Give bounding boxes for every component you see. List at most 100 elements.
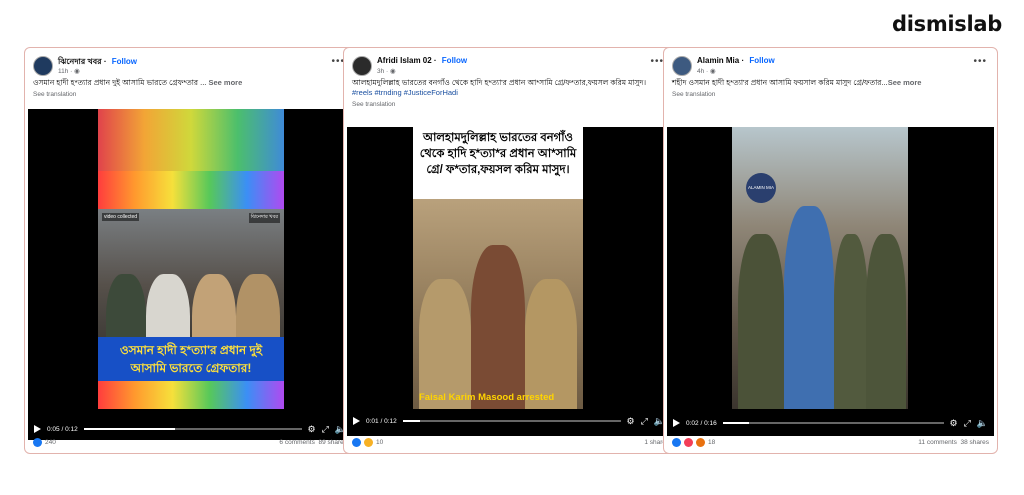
time-label: 4h · <box>697 68 711 75</box>
person-figure <box>419 278 471 409</box>
reaction-count: 10 <box>376 439 384 446</box>
comments-count[interactable]: 11 comments <box>918 439 957 446</box>
follow-button[interactable]: Follow <box>442 56 467 65</box>
angry-reaction-icon <box>696 438 705 447</box>
video-time: 0:01 / 0:12 <box>366 417 397 425</box>
see-more-link[interactable]: See more <box>888 78 922 87</box>
person-figure <box>738 234 784 409</box>
post-header: ঝিনেদার খবর · Follow 11h · ◉ ••• <box>25 48 355 78</box>
globe-icon: ◉ <box>710 68 716 75</box>
post-caption: ওসমান হাদী হ*ত্যার প্রধান দুই আসামি ভারত… <box>25 78 355 88</box>
post-header: Afridi Islam 02 · Follow 3h · ◉ ••• <box>344 48 674 78</box>
video-time: 0:02 / 0:16 <box>686 419 717 427</box>
video-controls: 0:05 / 0:12 ⚙ ⤢ 🔈 <box>28 418 352 440</box>
author-name[interactable]: Alamin Mia <box>697 56 739 65</box>
globe-icon: ◉ <box>74 68 80 75</box>
reaction-count: 18 <box>708 439 716 446</box>
banner-line-1: ওসমান হাদী হ*ত্যা'র প্রধান দুই <box>119 343 263 357</box>
banner-line-2: আসামি ভারতে গ্রেফতার! <box>130 361 252 375</box>
person-figure <box>471 245 525 409</box>
video-player[interactable]: আলহামদুলিল্লাহ ভারতের বনগাঁও থেকে হাদি হ… <box>347 127 671 436</box>
fullscreen-icon[interactable]: ⤢ <box>641 416 648 427</box>
more-options-icon[interactable]: ••• <box>650 56 664 67</box>
love-reaction-icon <box>684 438 693 447</box>
post-caption: শহীদ ওসমান হাদী হ*ত্যা'র প্রধান আসামি ফয… <box>664 78 997 88</box>
like-reaction-icon <box>672 438 681 447</box>
hashtags[interactable]: #reels #trnding #JusticeForHadi <box>352 88 458 97</box>
avatar[interactable] <box>352 56 372 76</box>
see-translation-link[interactable]: See translation <box>344 98 674 108</box>
settings-icon[interactable]: ⚙ <box>308 424 316 435</box>
see-translation-link[interactable]: See translation <box>25 88 355 98</box>
caption-text: ওসমান হাদী হ*ত্যার প্রধান দুই আসামি ভারত… <box>33 78 209 87</box>
video-controls: 0:02 / 0:16 ⚙ ⤢ 🔈 <box>667 412 994 434</box>
person-figure <box>784 205 834 409</box>
progress-bar[interactable] <box>83 428 302 430</box>
progress-fill <box>83 428 176 430</box>
video-photo <box>732 127 908 409</box>
person-figure <box>525 278 577 409</box>
time-label: 11h · <box>58 68 75 75</box>
reactions[interactable]: 10 <box>352 438 383 447</box>
post-header: Alamin Mia · Follow 4h · ◉ ••• <box>664 48 997 78</box>
post-time: 11h · ◉ <box>58 67 80 75</box>
headline-banner: ওসমান হাদী হ*ত্যা'র প্রধান দুই আসামি ভার… <box>98 337 284 381</box>
post-footer: 10 1 share <box>352 438 666 447</box>
like-reaction-icon <box>352 438 361 447</box>
play-icon[interactable] <box>353 417 360 425</box>
see-more-link[interactable]: See more <box>208 78 242 87</box>
settings-icon[interactable]: ⚙ <box>627 416 635 427</box>
post-time: 4h · ◉ <box>697 67 716 75</box>
brand-logo: dismislab <box>891 12 1002 36</box>
progress-bar[interactable] <box>402 420 621 422</box>
see-translation-link[interactable]: See translation <box>664 88 997 98</box>
caption-text: শহীদ ওসমান হাদী হ*ত্যা'র প্রধান আসামি ফয… <box>672 78 888 87</box>
overlay-text-box: আলহামদুলিল্লাহ ভারতের বনগাঁও থেকে হাদি হ… <box>413 127 583 199</box>
more-options-icon[interactable]: ••• <box>973 56 987 67</box>
post-card-1: ঝিনেদার খবর · Follow 11h · ◉ ••• ওসমান হ… <box>24 47 356 454</box>
post-footer: 240 6 comments 89 shares <box>33 438 347 447</box>
person-figure <box>834 234 868 409</box>
post-card-3: Alamin Mia · Follow 4h · ◉ ••• শহীদ ওসমা… <box>663 47 998 454</box>
fullscreen-icon[interactable]: ⤢ <box>964 418 971 429</box>
reactions[interactable]: 18 <box>672 438 715 447</box>
progress-fill <box>722 422 750 424</box>
rainbow-band <box>98 109 284 171</box>
video-player[interactable]: ALAMIN MIA <box>667 127 994 436</box>
author-name[interactable]: Afridi Islam 02 <box>377 56 432 65</box>
video-frame: ALAMIN MIA <box>732 127 908 409</box>
comments-count[interactable]: 6 comments <box>279 439 314 446</box>
play-icon[interactable] <box>34 425 41 433</box>
video-photo <box>413 199 583 409</box>
avatar[interactable] <box>33 56 53 76</box>
video-controls: 0:01 / 0:12 ⚙ ⤢ 🔈 <box>347 410 671 432</box>
video-collected-label: video collected <box>102 213 140 221</box>
time-label: 3h · <box>377 68 391 75</box>
caption-text: আলহামদুলিল্লাহ ভারতের বনগাঁও থেকে হাদি হ… <box>352 78 647 87</box>
reaction-count: 240 <box>45 439 56 446</box>
progress-bar[interactable] <box>722 422 944 424</box>
post-card-2: Afridi Islam 02 · Follow 3h · ◉ ••• আলহা… <box>343 47 675 454</box>
page: dismislab ঝিনেদার খবর · Follow 11h · ◉ •… <box>0 0 1024 495</box>
follow-button[interactable]: Follow <box>749 56 774 65</box>
video-player[interactable]: video collected ঝিনেদার খবর ওসমান হাদী হ… <box>28 109 352 432</box>
video-frame: video collected ঝিনেদার খবর ওসমান হাদী হ… <box>98 109 284 409</box>
person-figure <box>866 234 906 409</box>
video-subtitle: Faisal Karim Masood arrested <box>419 392 555 403</box>
reactions[interactable]: 240 <box>33 438 56 447</box>
follow-button[interactable]: Follow <box>112 57 137 66</box>
author-name[interactable]: ঝিনেদার খবর <box>58 57 102 66</box>
play-icon[interactable] <box>673 419 680 427</box>
haha-reaction-icon <box>364 438 373 447</box>
channel-watermark: ঝিনেদার খবর <box>248 213 280 223</box>
channel-logo: ALAMIN MIA <box>746 173 776 203</box>
post-caption: আলহামদুলিল্লাহ ভারতের বনগাঁও থেকে হাদি হ… <box>344 78 674 98</box>
globe-icon: ◉ <box>390 68 396 75</box>
shares-count[interactable]: 38 shares <box>960 439 989 446</box>
avatar[interactable] <box>672 56 692 76</box>
volume-icon[interactable]: 🔈 <box>977 418 988 429</box>
fullscreen-icon[interactable]: ⤢ <box>322 424 329 435</box>
settings-icon[interactable]: ⚙ <box>950 418 958 429</box>
video-time: 0:05 / 0:12 <box>47 425 78 433</box>
like-reaction-icon <box>33 438 42 447</box>
